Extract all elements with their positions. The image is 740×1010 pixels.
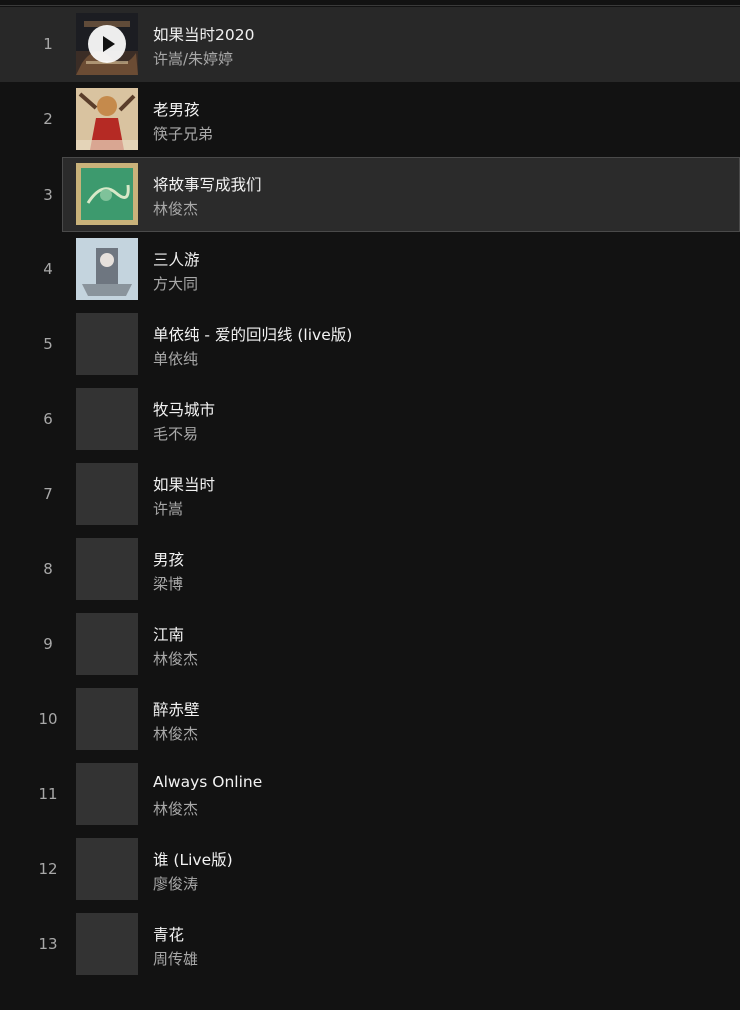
- track-index: 5: [43, 335, 53, 353]
- track-row[interactable]: 13 青花周传雄: [0, 907, 740, 982]
- track-title[interactable]: 单依纯 - 爱的回归线 (live版): [153, 323, 352, 345]
- album-cover[interactable]: [76, 238, 138, 300]
- album-cover[interactable]: [76, 13, 138, 75]
- track-row[interactable]: 10 醉赤壁林俊杰: [0, 682, 740, 757]
- track-artist[interactable]: 方大同: [153, 273, 198, 294]
- track-index: 1: [43, 35, 53, 53]
- album-cover[interactable]: [76, 538, 138, 600]
- track-artist[interactable]: 廖俊涛: [153, 873, 198, 894]
- track-row[interactable]: 6 牧马城市毛不易: [0, 382, 740, 457]
- track-artist[interactable]: 单依纯: [153, 348, 198, 369]
- track-index: 11: [38, 785, 58, 803]
- track-title[interactable]: 如果当时2020: [153, 23, 254, 45]
- track-index: 2: [43, 110, 53, 128]
- track-row[interactable]: 8 男孩梁博: [0, 532, 740, 607]
- track-index: 12: [38, 860, 58, 878]
- track-row[interactable]: 3 将故事写成我们 林俊杰: [43, 157, 740, 232]
- track-index: 4: [43, 260, 53, 278]
- track-row[interactable]: 1 如果当时2020 许嵩/朱婷婷: [0, 7, 740, 82]
- track-artist[interactable]: 毛不易: [153, 423, 198, 444]
- track-artist[interactable]: 梁博: [153, 573, 183, 594]
- track-title[interactable]: 男孩: [153, 548, 184, 570]
- album-cover[interactable]: [76, 838, 138, 900]
- album-cover[interactable]: [76, 463, 138, 525]
- track-title[interactable]: 谁 (Live版): [153, 848, 233, 870]
- album-cover[interactable]: [76, 163, 138, 225]
- track-row[interactable]: 11 Always Online 林俊杰: [0, 757, 740, 832]
- album-cover[interactable]: [76, 688, 138, 750]
- track-title[interactable]: Always Online: [153, 773, 262, 791]
- track-row[interactable]: 2 老男孩筷子兄弟: [0, 82, 740, 157]
- album-cover[interactable]: [76, 913, 138, 975]
- track-row[interactable]: 9 江南林俊杰: [0, 607, 740, 682]
- track-index: 8: [43, 560, 53, 578]
- track-index: 10: [38, 710, 58, 728]
- track-title[interactable]: 江南: [153, 623, 184, 645]
- track-row[interactable]: 4 三人游方大同: [0, 232, 740, 307]
- track-index: 6: [43, 410, 53, 428]
- track-title[interactable]: 如果当时: [153, 473, 215, 495]
- track-title[interactable]: 牧马城市: [153, 398, 215, 420]
- track-row[interactable]: 5 单依纯 - 爱的回归线 (live版) 单依纯: [0, 307, 740, 382]
- track-title[interactable]: 三人游: [153, 248, 200, 270]
- track-artist[interactable]: 许嵩: [153, 498, 183, 519]
- track-row[interactable]: 12 谁 (Live版) 廖俊涛: [0, 832, 740, 907]
- track-artist[interactable]: 筷子兄弟: [153, 123, 213, 144]
- track-list: 1 如果当时2020 许嵩/朱婷婷 2 老男孩筷子兄弟 3 将故事写成我们 林俊杰 4 三人游方大…: [0, 7, 740, 982]
- track-row[interactable]: 7 如果当时许嵩: [0, 457, 740, 532]
- album-cover[interactable]: [76, 763, 138, 825]
- track-artist[interactable]: 周传雄: [153, 948, 198, 969]
- track-artist[interactable]: 许嵩/朱婷婷: [153, 48, 233, 69]
- track-title[interactable]: 青花: [153, 923, 184, 945]
- track-title[interactable]: 将故事写成我们: [153, 173, 262, 195]
- track-artist[interactable]: 林俊杰: [153, 798, 198, 819]
- track-artist[interactable]: 林俊杰: [153, 648, 198, 669]
- track-index: 7: [43, 485, 53, 503]
- play-icon[interactable]: [88, 25, 126, 63]
- album-cover[interactable]: [76, 388, 138, 450]
- track-index: 3: [43, 186, 53, 204]
- track-index: 9: [43, 635, 53, 653]
- album-cover[interactable]: [76, 313, 138, 375]
- track-title[interactable]: 醉赤壁: [153, 698, 200, 720]
- album-cover[interactable]: [76, 613, 138, 675]
- track-index: 13: [38, 935, 58, 953]
- track-artist[interactable]: 林俊杰: [153, 198, 198, 219]
- top-divider: [0, 0, 740, 6]
- album-cover[interactable]: [76, 88, 138, 150]
- track-artist[interactable]: 林俊杰: [153, 723, 198, 744]
- track-title[interactable]: 老男孩: [153, 98, 200, 120]
